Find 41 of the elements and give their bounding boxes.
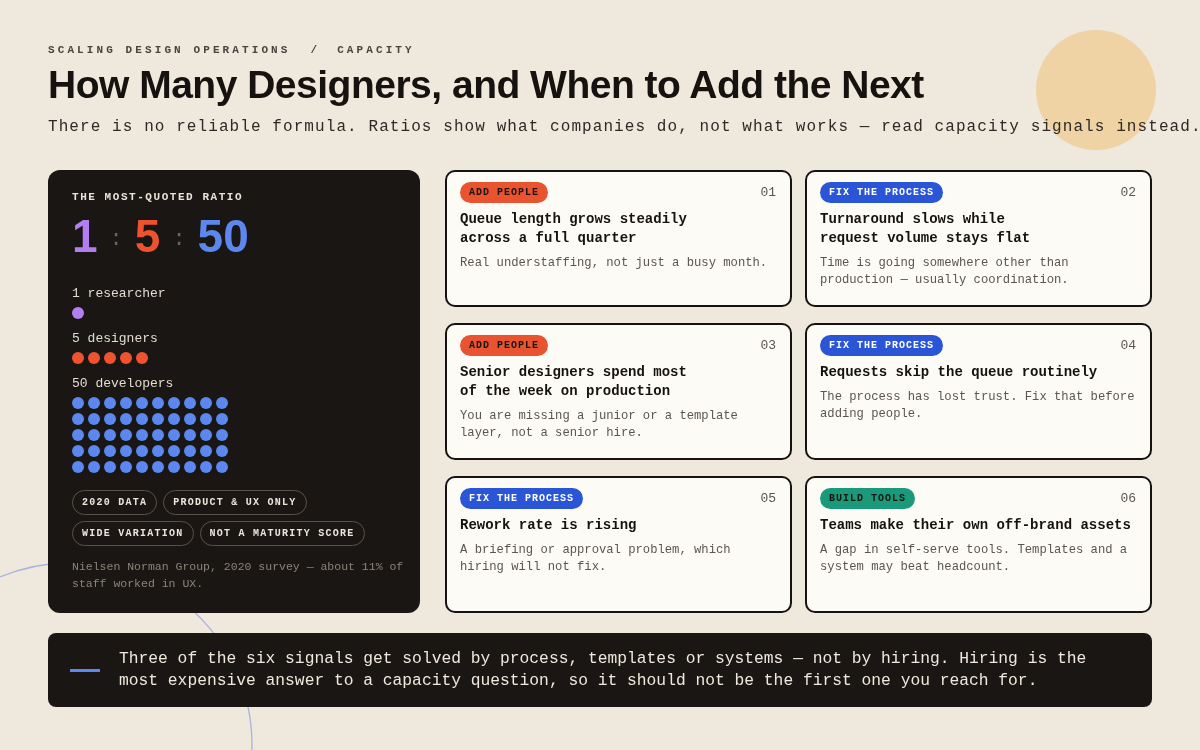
card-title: Turnaround slows while request volume stays flat	[820, 210, 1032, 248]
ratio-number: 5	[134, 213, 161, 259]
ratio-separator: :	[172, 229, 186, 251]
source-note: Nielsen Norman Group, 2020 survey — about 11% of staff worked in UX.	[72, 559, 405, 592]
group-label: 50 developers	[72, 376, 174, 392]
callout-text: Three of the six signals get solved by process, templates or systems — not by hiring. Hiring is the most expensive answer to a capacity question, so it should not be the first one you reach for.	[119, 648, 1088, 692]
card-description: A briefing or approval problem, which hiring will not fix.	[460, 542, 732, 576]
breadcrumb-item: SCALING DESIGN OPERATIONS	[48, 43, 291, 57]
breadcrumb-separator: /	[310, 43, 318, 57]
card-description: Time is going somewhere other than production — usually coordination.	[820, 255, 1070, 289]
card-title: Rework rate is rising	[460, 516, 638, 535]
card-number: 05	[760, 490, 776, 507]
category-tag: FIX THE PROCESS	[460, 488, 583, 509]
card-number: 01	[760, 184, 776, 201]
card-description: You are missing a junior or a template layer, not a senior hire.	[460, 408, 739, 442]
card-title: Senior designers spend most of the week on production	[460, 363, 688, 401]
category-tag: FIX THE PROCESS	[820, 182, 943, 203]
card-description: A gap in self-serve tools. Templates and a system may beat headcount.	[820, 542, 1129, 576]
card-number: 02	[1120, 184, 1136, 201]
card-description: Real understaffing, not just a busy month.	[460, 255, 769, 272]
breadcrumb-item: CAPACITY	[337, 43, 415, 57]
group-label: 5 designers	[72, 331, 158, 347]
card-number: 06	[1120, 490, 1136, 507]
page-title: How Many Designers, and When to Add the Next	[48, 63, 924, 107]
card-title: Requests skip the queue routinely	[820, 363, 1099, 382]
category-tag: ADD PEOPLE	[460, 335, 548, 356]
card-number: 03	[760, 337, 776, 354]
ratio-number: 1	[72, 213, 98, 259]
dash-icon	[70, 668, 100, 672]
category-tag: FIX THE PROCESS	[820, 335, 943, 356]
card-heading: THE MOST-QUOTED RATIO	[72, 190, 244, 204]
card-title: Queue length grows steadily across a full quarter	[460, 210, 688, 248]
card-title: Teams make their own off-brand assets	[820, 516, 1132, 535]
page-subtitle: There is no reliable formula. Ratios show what companies do, not what works — read capacity signals instead.	[48, 117, 1200, 137]
category-tag: BUILD TOOLS	[820, 488, 915, 509]
ratio-separator: :	[109, 229, 123, 251]
ratio-number: 50	[197, 213, 249, 259]
group-label: 1 researcher	[72, 286, 166, 302]
category-tag: ADD PEOPLE	[460, 182, 548, 203]
card-description: The process has lost trust. Fix that before adding people.	[820, 389, 1136, 423]
card-number: 04	[1120, 337, 1136, 354]
